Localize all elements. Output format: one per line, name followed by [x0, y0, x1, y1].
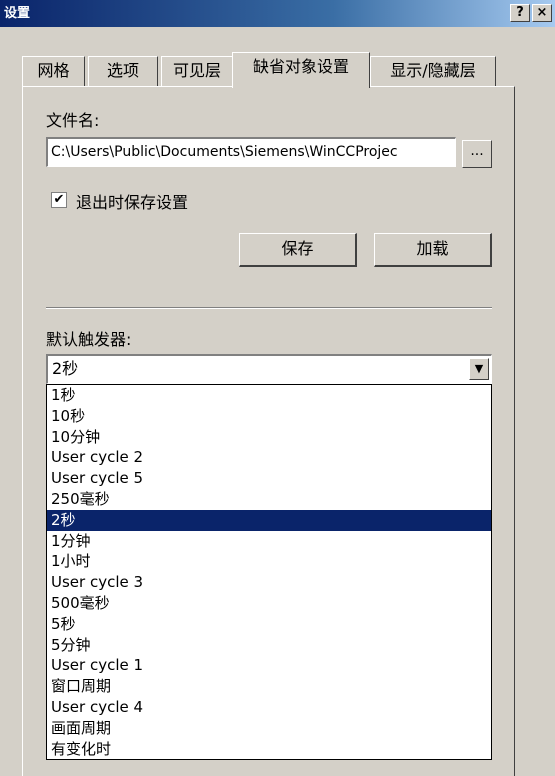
chevron-down-icon[interactable]: ▼: [469, 358, 489, 380]
browse-button[interactable]: ...: [462, 140, 492, 168]
filename-label: 文件名:: [46, 111, 100, 130]
dropdown-option[interactable]: 有变化时: [47, 739, 491, 759]
default-trigger-label: 默认触发器:: [46, 330, 132, 349]
trigger-dropdown-list: 1秒 10秒 10分钟 User cycle 2 User cycle 5 250毫秒 2秒…: [46, 384, 492, 760]
dropdown-option[interactable]: User cycle 4: [47, 697, 491, 718]
dropdown-option[interactable]: User cycle 5: [47, 468, 491, 489]
dropdown-option[interactable]: 250毫秒: [47, 489, 491, 510]
combo-value: 2秒: [52, 359, 79, 378]
help-button[interactable]: ?: [510, 4, 530, 22]
tab-options[interactable]: 选项: [88, 56, 158, 86]
dropdown-option[interactable]: 5秒: [47, 614, 491, 635]
dropdown-option[interactable]: 1小时: [47, 551, 491, 572]
save-on-exit-checkbox[interactable]: ✔: [51, 192, 67, 208]
dropdown-option[interactable]: 10分钟: [47, 427, 491, 448]
dropdown-option[interactable]: 1秒: [47, 385, 491, 406]
save-on-exit-label: 退出时保存设置: [76, 193, 189, 212]
dropdown-option[interactable]: 500毫秒: [47, 593, 491, 614]
tab-visible-layers[interactable]: 可见层: [161, 56, 233, 86]
dropdown-option[interactable]: User cycle 3: [47, 572, 491, 593]
tab-strip: 网格 选项 可见层 缺省对象设置 显示/隐藏层: [22, 52, 542, 88]
dropdown-option[interactable]: User cycle 1: [47, 655, 491, 676]
divider: [46, 307, 492, 309]
dropdown-option[interactable]: 10秒: [47, 406, 491, 427]
save-button[interactable]: 保存: [239, 233, 357, 267]
dropdown-option[interactable]: 5分钟: [47, 635, 491, 656]
dropdown-option[interactable]: 1分钟: [47, 531, 491, 552]
dropdown-option[interactable]: User cycle 2: [47, 447, 491, 468]
title-bar: 设置: [0, 0, 555, 27]
tab-default-object-settings[interactable]: 缺省对象设置: [232, 52, 370, 88]
window-title: 设置: [4, 6, 31, 21]
load-button[interactable]: 加载: [374, 233, 492, 267]
dropdown-option[interactable]: 2秒: [47, 509, 491, 531]
dropdown-option[interactable]: 画面周期: [47, 718, 491, 739]
default-trigger-combo[interactable]: 2秒 ▼: [46, 354, 492, 384]
dropdown-option[interactable]: 窗口周期: [47, 676, 491, 697]
tab-grid[interactable]: 网格: [22, 56, 85, 86]
filename-field[interactable]: C:\Users\Public\Documents\Siemens\WinCCP…: [46, 137, 456, 167]
close-button[interactable]: ×: [532, 4, 552, 22]
tab-show-hide-layers[interactable]: 显示/隐藏层: [370, 56, 496, 86]
